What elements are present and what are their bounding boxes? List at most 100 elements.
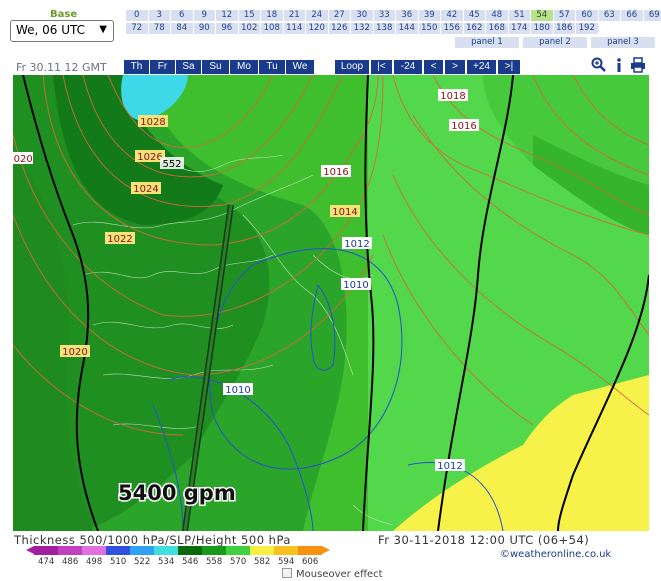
- legend-title: Thickness 500/1000 hPa/SLP/Height 500 hP…: [14, 533, 291, 547]
- height-label: 552: [160, 157, 184, 170]
- hour-button[interactable]: 9: [193, 10, 215, 21]
- legend-swatch: [130, 546, 142, 555]
- mouseover-checkbox[interactable]: [282, 568, 292, 578]
- mouseover-label: Mouseover effect: [296, 569, 383, 580]
- weather-map[interactable]: 1028 1026 552 1024 1022 1020: [13, 75, 649, 531]
- base-select[interactable]: We, 06 UTC ▼: [10, 20, 114, 42]
- pressure-label: 1018: [438, 89, 468, 102]
- nav-button[interactable]: -24: [394, 60, 422, 74]
- hour-button[interactable]: 18: [261, 10, 283, 21]
- info-icon[interactable]: [611, 57, 627, 73]
- hour-button[interactable]: 12: [216, 10, 238, 21]
- hour-button[interactable]: 78: [148, 23, 170, 34]
- hour-button[interactable]: 6: [171, 10, 193, 21]
- hour-button[interactable]: 45: [463, 10, 485, 21]
- legend-credit[interactable]: ©weatheronline.co.uk: [500, 549, 611, 560]
- panel-button[interactable]: panel 3: [591, 37, 655, 48]
- svg-text:552: 552: [162, 159, 181, 170]
- hour-button[interactable]: 174: [508, 23, 530, 34]
- hour-button[interactable]: 48: [486, 10, 508, 21]
- hour-button[interactable]: 84: [171, 23, 193, 34]
- mouseover-toggle[interactable]: Mouseover effect: [282, 568, 383, 580]
- legend-swatch: [46, 546, 58, 555]
- print-icon[interactable]: [630, 57, 646, 73]
- hour-button[interactable]: 156: [441, 23, 463, 34]
- hour-button[interactable]: 60: [576, 10, 598, 21]
- hour-button[interactable]: 15: [238, 10, 260, 21]
- day-button[interactable]: Mo: [230, 60, 258, 74]
- svg-text:1010: 1010: [225, 385, 250, 396]
- svg-text:1022: 1022: [107, 234, 132, 245]
- hour-button[interactable]: 21: [283, 10, 305, 21]
- hour-button[interactable]: 42: [441, 10, 463, 21]
- hour-button[interactable]: 144: [396, 23, 418, 34]
- hour-button[interactable]: 180: [531, 23, 553, 34]
- svg-text:1028: 1028: [140, 117, 165, 128]
- hour-button[interactable]: 96: [216, 23, 238, 34]
- hour-button[interactable]: 72: [126, 23, 148, 34]
- nav-button[interactable]: >: [445, 60, 465, 74]
- pressure-label: 1012: [435, 459, 465, 472]
- hour-button[interactable]: 138: [373, 23, 395, 34]
- svg-text:1024: 1024: [133, 184, 158, 195]
- hour-button[interactable]: 36: [396, 10, 418, 21]
- panel-button[interactable]: panel 2: [523, 37, 587, 48]
- hour-button[interactable]: 63: [598, 10, 620, 21]
- nav-button[interactable]: >|: [498, 60, 520, 74]
- hour-button[interactable]: 39: [418, 10, 440, 21]
- nav-button[interactable]: Loop: [335, 60, 369, 74]
- hour-button[interactable]: 69: [643, 10, 661, 21]
- hour-button[interactable]: 114: [283, 23, 305, 34]
- zoom-icon[interactable]: [591, 57, 607, 73]
- hour-button[interactable]: 102: [238, 23, 260, 34]
- day-button[interactable]: Tu: [259, 60, 285, 74]
- hour-button[interactable]: 186: [553, 23, 575, 34]
- hour-button[interactable]: 168: [486, 23, 508, 34]
- hour-button[interactable]: 0: [126, 10, 148, 21]
- nav-button[interactable]: |<: [371, 60, 392, 74]
- nav-button[interactable]: +24: [467, 60, 496, 74]
- hour-button[interactable]: 54: [531, 10, 553, 21]
- day-button[interactable]: Th: [124, 60, 149, 74]
- hour-button[interactable]: 108: [261, 23, 283, 34]
- legend-swatch: [214, 546, 226, 555]
- hour-button[interactable]: 126: [328, 23, 350, 34]
- day-button[interactable]: Fr: [150, 60, 175, 74]
- pressure-label: 1024: [131, 182, 161, 195]
- hour-button[interactable]: 57: [553, 10, 575, 21]
- hour-button[interactable]: 90: [193, 23, 215, 34]
- hour-button[interactable]: 132: [351, 23, 373, 34]
- svg-text:1026: 1026: [137, 152, 162, 163]
- day-button[interactable]: Sa: [176, 60, 201, 74]
- svg-text:1020: 1020: [62, 347, 87, 358]
- legend-tick-label: 594: [278, 557, 295, 567]
- hour-button[interactable]: 33: [373, 10, 395, 21]
- legend-swatch: [274, 546, 286, 555]
- svg-text:1010: 1010: [343, 280, 368, 291]
- legend-swatch: [94, 546, 106, 555]
- svg-text:1012: 1012: [437, 461, 462, 472]
- legend-swatch: [190, 546, 202, 555]
- legend-swatch: [106, 546, 118, 555]
- legend-tick-label: 558: [206, 557, 223, 567]
- legend-tick-label: 522: [134, 557, 151, 567]
- hour-button[interactable]: 24: [306, 10, 328, 21]
- hour-button[interactable]: 30: [351, 10, 373, 21]
- hour-button[interactable]: 27: [328, 10, 350, 21]
- hour-button[interactable]: 51: [508, 10, 530, 21]
- legend-swatch: [82, 546, 94, 555]
- panel-button[interactable]: panel 1: [455, 37, 519, 48]
- hour-button[interactable]: 66: [621, 10, 643, 21]
- day-button[interactable]: We: [286, 60, 314, 74]
- hour-button[interactable]: 192: [576, 23, 598, 34]
- hour-button[interactable]: 150: [418, 23, 440, 34]
- day-button[interactable]: Su: [202, 60, 229, 74]
- hour-button[interactable]: 120: [306, 23, 328, 34]
- hour-button[interactable]: 162: [463, 23, 485, 34]
- hour-button[interactable]: 3: [148, 10, 170, 21]
- nav-button[interactable]: <: [424, 60, 443, 74]
- legend-tick-label: 498: [86, 557, 103, 567]
- date-label: Fr 30.11 12 GMT: [16, 61, 107, 74]
- legend-right-arrow: [322, 546, 330, 554]
- legend-tick-label: 474: [38, 557, 55, 567]
